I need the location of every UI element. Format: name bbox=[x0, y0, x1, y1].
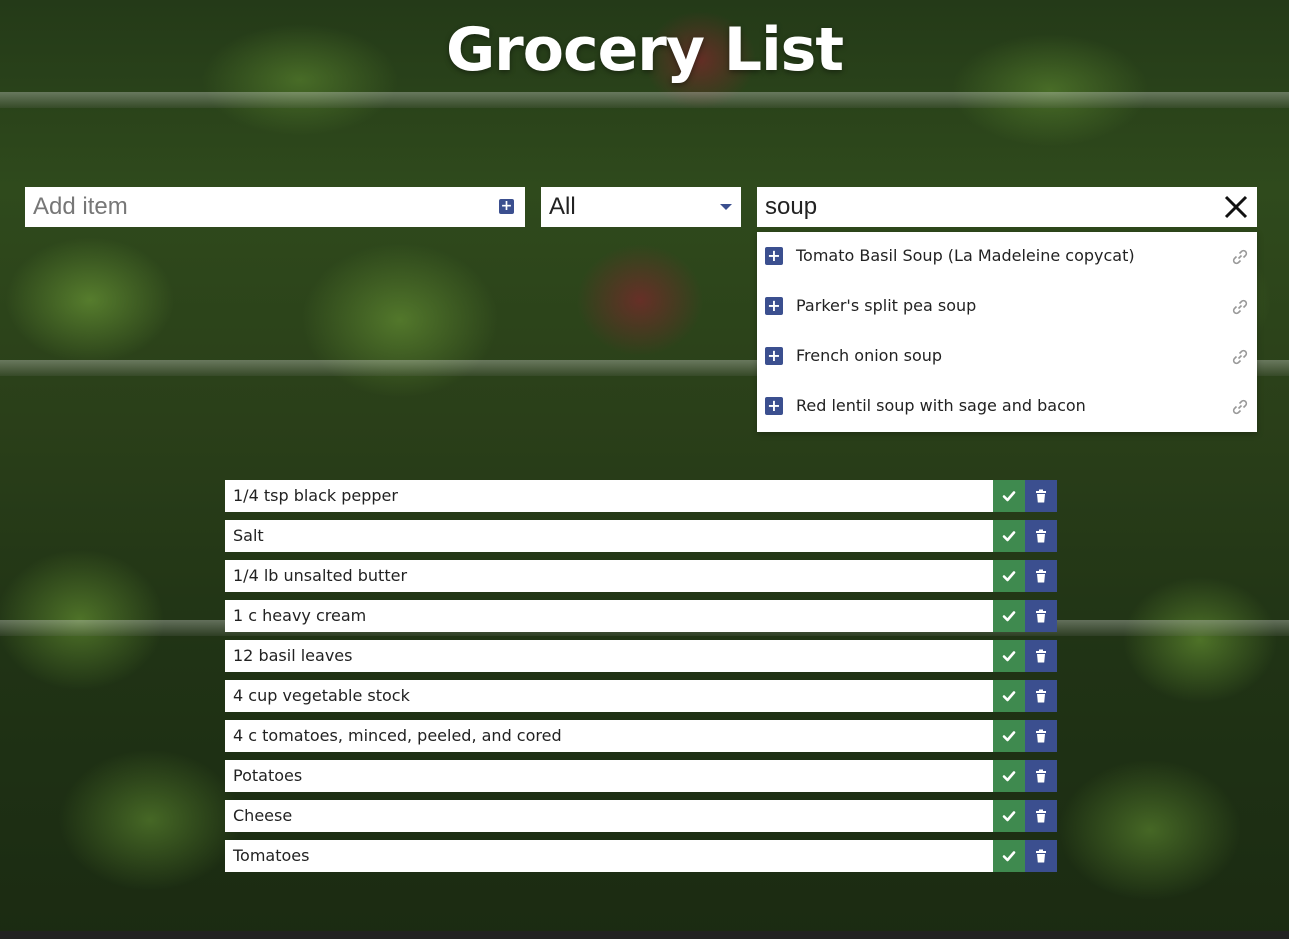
filter-selected-value: All bbox=[549, 193, 576, 220]
check-icon bbox=[1002, 611, 1016, 622]
delete-item-button[interactable] bbox=[1025, 800, 1057, 832]
mark-done-button[interactable] bbox=[993, 840, 1025, 872]
list-item-label[interactable]: 12 basil leaves bbox=[225, 640, 993, 672]
mark-done-button[interactable] bbox=[993, 560, 1025, 592]
list-item-label[interactable]: 4 c tomatoes, minced, peeled, and cored bbox=[225, 720, 993, 752]
list-item: 1/4 lb unsalted butter bbox=[225, 560, 1057, 592]
list-item: 4 cup vegetable stock bbox=[225, 680, 1057, 712]
check-icon bbox=[1002, 651, 1016, 662]
plus-square-icon: + bbox=[767, 396, 781, 415]
trash-icon bbox=[1036, 569, 1046, 583]
page-title: Grocery List bbox=[445, 15, 844, 85]
search-suggestions-dropdown: + Tomato Basil Soup (La Madeleine copycat… bbox=[757, 232, 1257, 432]
check-icon bbox=[1002, 771, 1016, 782]
plus-square-icon: + bbox=[767, 246, 781, 265]
list-item-label[interactable]: 4 cup vegetable stock bbox=[225, 680, 993, 712]
plus-square-icon: + bbox=[767, 346, 781, 365]
bottom-bar bbox=[0, 931, 1289, 939]
search-suggestion-item[interactable]: + Tomato Basil Soup (La Madeleine copycat… bbox=[757, 232, 1257, 282]
list-item: Tomatoes bbox=[225, 840, 1057, 872]
mark-done-button[interactable] bbox=[993, 720, 1025, 752]
delete-item-button[interactable] bbox=[1025, 480, 1057, 512]
list-item-label[interactable]: 1 c heavy cream bbox=[225, 600, 993, 632]
close-icon bbox=[1224, 195, 1248, 219]
list-item-label[interactable]: Cheese bbox=[225, 800, 993, 832]
delete-item-button[interactable] bbox=[1025, 680, 1057, 712]
trash-icon bbox=[1036, 489, 1046, 503]
background-shelf bbox=[0, 92, 1289, 108]
suggestion-label: Tomato Basil Soup (La Madeleine copycat) bbox=[796, 246, 1135, 265]
check-icon bbox=[1002, 811, 1016, 822]
mark-done-button[interactable] bbox=[993, 480, 1025, 512]
list-item-label[interactable]: Potatoes bbox=[225, 760, 993, 792]
delete-item-button[interactable] bbox=[1025, 760, 1057, 792]
recipe-search-input[interactable] bbox=[757, 187, 1207, 227]
add-item-field: + bbox=[25, 187, 525, 227]
list-item: Salt bbox=[225, 520, 1057, 552]
clear-search-button[interactable] bbox=[1223, 194, 1249, 220]
suggestion-label: Red lentil soup with sage and bacon bbox=[796, 396, 1086, 415]
trash-icon bbox=[1036, 769, 1046, 783]
list-item-label[interactable]: 1/4 lb unsalted butter bbox=[225, 560, 993, 592]
check-icon bbox=[1002, 491, 1016, 502]
mark-done-button[interactable] bbox=[993, 680, 1025, 712]
check-icon bbox=[1002, 571, 1016, 582]
suggestion-label: Parker's split pea soup bbox=[796, 296, 977, 315]
trash-icon bbox=[1036, 729, 1046, 743]
list-item: 4 c tomatoes, minced, peeled, and cored bbox=[225, 720, 1057, 752]
list-item: 1 c heavy cream bbox=[225, 600, 1057, 632]
mark-done-button[interactable] bbox=[993, 640, 1025, 672]
delete-item-button[interactable] bbox=[1025, 840, 1057, 872]
list-item-label[interactable]: Tomatoes bbox=[225, 840, 993, 872]
add-recipe-button[interactable]: + bbox=[765, 347, 783, 365]
category-filter-select[interactable]: All bbox=[541, 187, 741, 227]
trash-icon bbox=[1036, 609, 1046, 623]
list-item-label[interactable]: Salt bbox=[225, 520, 993, 552]
trash-icon bbox=[1036, 809, 1046, 823]
trash-icon bbox=[1036, 649, 1046, 663]
link-icon[interactable] bbox=[1231, 348, 1249, 366]
suggestion-label: French onion soup bbox=[796, 346, 943, 365]
check-icon bbox=[1002, 691, 1016, 702]
list-item: Potatoes bbox=[225, 760, 1057, 792]
link-icon[interactable] bbox=[1231, 248, 1249, 266]
link-icon[interactable] bbox=[1231, 298, 1249, 316]
caret-down-icon bbox=[720, 204, 732, 210]
list-item: 1/4 tsp black pepper bbox=[225, 480, 1057, 512]
add-item-button[interactable]: + bbox=[499, 199, 514, 214]
link-icon[interactable] bbox=[1231, 398, 1249, 416]
search-suggestion-item[interactable]: + French onion soup bbox=[757, 332, 1257, 382]
plus-square-icon: + bbox=[500, 198, 513, 214]
search-suggestion-item[interactable]: + Red lentil soup with sage and bacon bbox=[757, 382, 1257, 432]
add-recipe-button[interactable]: + bbox=[765, 397, 783, 415]
delete-item-button[interactable] bbox=[1025, 720, 1057, 752]
mark-done-button[interactable] bbox=[993, 520, 1025, 552]
list-item: 12 basil leaves bbox=[225, 640, 1057, 672]
check-icon bbox=[1002, 851, 1016, 862]
mark-done-button[interactable] bbox=[993, 800, 1025, 832]
delete-item-button[interactable] bbox=[1025, 640, 1057, 672]
plus-square-icon: + bbox=[767, 296, 781, 315]
list-item: Cheese bbox=[225, 800, 1057, 832]
check-icon bbox=[1002, 531, 1016, 542]
mark-done-button[interactable] bbox=[993, 600, 1025, 632]
mark-done-button[interactable] bbox=[993, 760, 1025, 792]
check-icon bbox=[1002, 731, 1016, 742]
add-item-input[interactable] bbox=[25, 187, 485, 227]
recipe-search-field bbox=[757, 187, 1257, 227]
trash-icon bbox=[1036, 849, 1046, 863]
delete-item-button[interactable] bbox=[1025, 520, 1057, 552]
delete-item-button[interactable] bbox=[1025, 560, 1057, 592]
add-recipe-button[interactable]: + bbox=[765, 247, 783, 265]
delete-item-button[interactable] bbox=[1025, 600, 1057, 632]
search-suggestion-item[interactable]: + Parker's split pea soup bbox=[757, 282, 1257, 332]
trash-icon bbox=[1036, 689, 1046, 703]
list-item-label[interactable]: 1/4 tsp black pepper bbox=[225, 480, 993, 512]
add-recipe-button[interactable]: + bbox=[765, 297, 783, 315]
trash-icon bbox=[1036, 529, 1046, 543]
